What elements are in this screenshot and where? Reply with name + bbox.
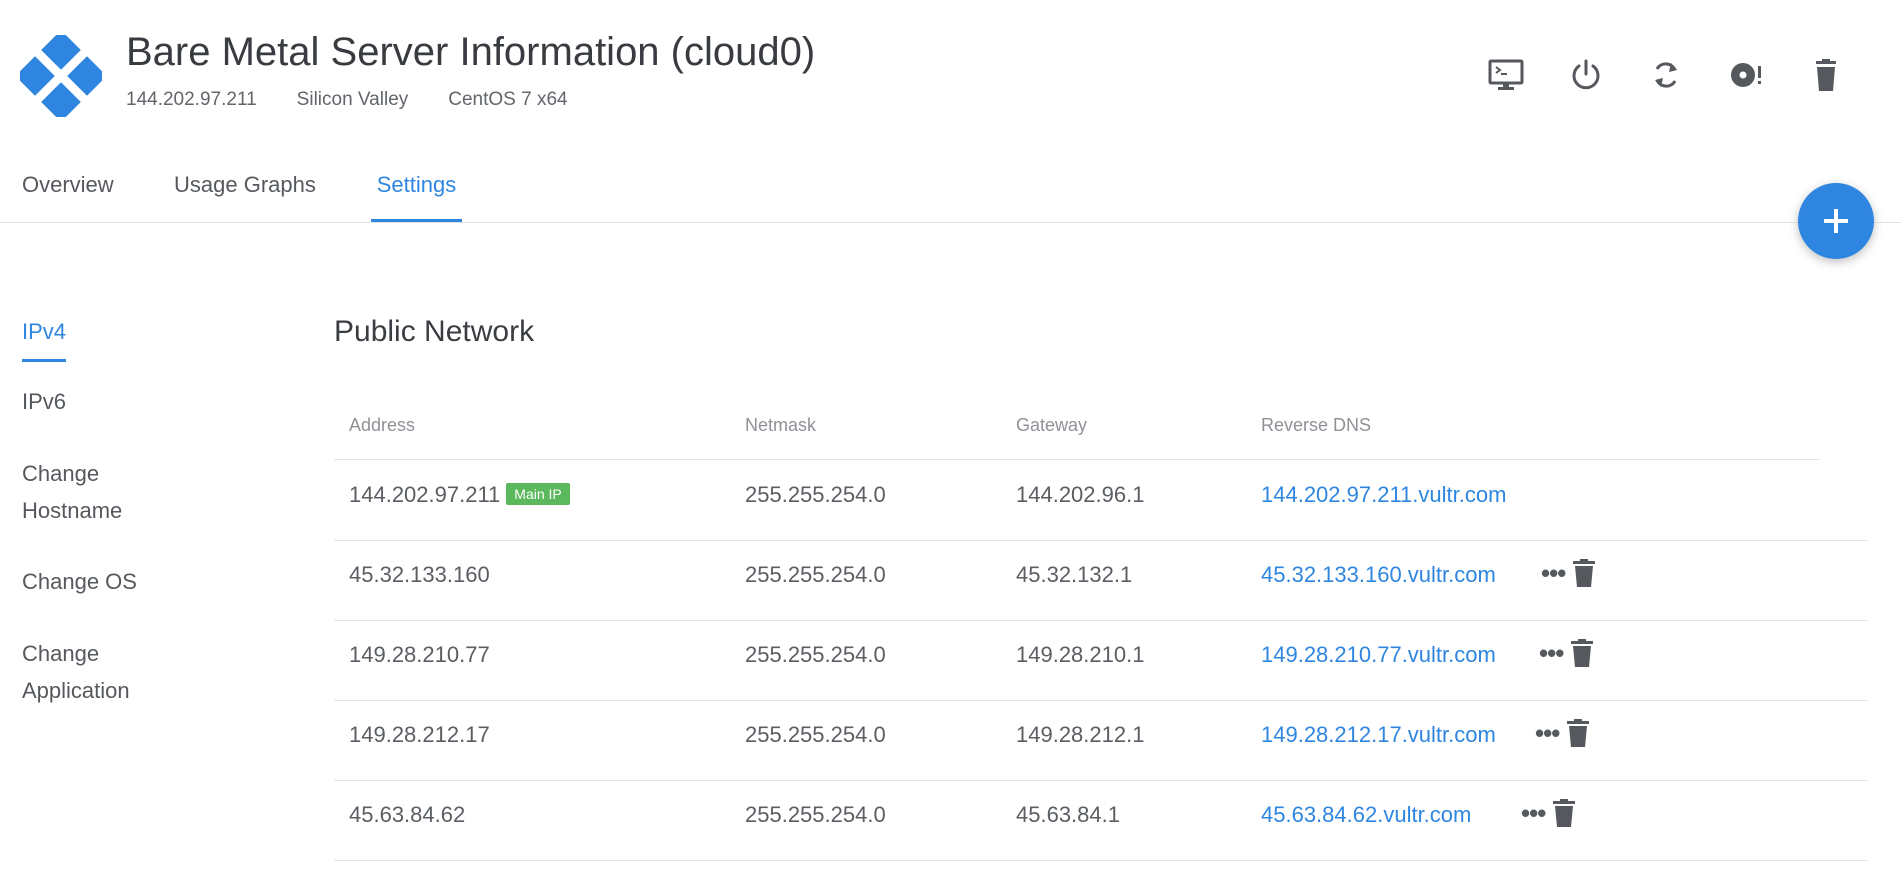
reverse-dns-link[interactable]: 45.63.84.62.vultr.com xyxy=(1261,802,1471,828)
section-title: Public Network xyxy=(334,315,535,348)
column-header-address: Address xyxy=(349,415,416,435)
reverse-dns-link[interactable]: 149.28.210.77.vultr.com xyxy=(1261,642,1496,668)
tab-usage-graphs[interactable]: Usage Graphs xyxy=(174,172,316,220)
gateway-cell: 144.202.96.1 xyxy=(1016,482,1145,507)
main-tabs: Overview Usage Graphs Settings xyxy=(0,160,1901,223)
row-actions: ••• xyxy=(1535,718,1591,748)
gateway-cell: 45.63.84.1 xyxy=(1016,802,1120,827)
column-header-reverse-dns: Reverse DNS xyxy=(1261,415,1372,435)
server-reinstall-button[interactable] xyxy=(1726,55,1766,95)
address-cell: 149.28.210.77 xyxy=(349,642,490,667)
sidebar-active-indicator xyxy=(22,359,66,362)
delete-ip-icon[interactable] xyxy=(1565,718,1591,748)
console-icon xyxy=(1488,59,1524,90)
vultr-logo-icon xyxy=(15,30,107,122)
add-button[interactable] xyxy=(1798,183,1874,259)
address-value: 144.202.97.211 xyxy=(349,482,501,507)
address-cell: 144.202.97.211 Main IP xyxy=(349,482,570,508)
delete-ip-icon[interactable] xyxy=(1551,798,1577,828)
gateway-cell: 45.32.132.1 xyxy=(1016,562,1133,587)
sidebar-item-ipv6[interactable]: IPv6 xyxy=(22,383,66,420)
table-row: 149.28.212.17 255.255.254.0 149.28.212.1… xyxy=(0,700,1901,780)
server-meta: 144.202.97.211 Silicon Valley CentOS 7 x… xyxy=(126,89,568,111)
more-options-icon[interactable]: ••• xyxy=(1541,560,1566,586)
address-cell: 45.32.133.160 xyxy=(349,562,490,587)
main-ip-badge: Main IP xyxy=(506,483,570,505)
server-os: CentOS 7 x64 xyxy=(448,89,568,110)
power-icon xyxy=(1572,59,1600,90)
row-actions: ••• xyxy=(1541,558,1597,588)
table-row: 149.28.210.77 255.255.254.0 149.28.210.1… xyxy=(0,620,1901,700)
server-restart-button[interactable] xyxy=(1646,55,1686,95)
page-title: Bare Metal Server Information (cloud0) xyxy=(126,30,816,74)
reinstall-icon xyxy=(1731,63,1761,87)
view-console-button[interactable] xyxy=(1486,55,1526,95)
tab-settings[interactable]: Settings xyxy=(371,172,462,222)
netmask-cell: 255.255.254.0 xyxy=(745,802,886,827)
table-divider xyxy=(334,860,1867,861)
table-row: 45.32.133.160 255.255.254.0 45.32.132.1 … xyxy=(0,540,1901,620)
server-location: Silicon Valley xyxy=(296,89,409,110)
plus-icon xyxy=(1824,209,1848,233)
table-row: 45.63.84.62 255.255.254.0 45.63.84.1 45.… xyxy=(0,780,1901,860)
more-options-icon[interactable]: ••• xyxy=(1539,640,1564,666)
table-row: 144.202.97.211 Main IP 255.255.254.0 144.… xyxy=(0,460,1901,540)
more-options-icon[interactable]: ••• xyxy=(1521,800,1546,826)
sidebar-item-ipv4[interactable]: IPv4 xyxy=(22,313,66,350)
delete-ip-icon[interactable] xyxy=(1571,558,1597,588)
column-header-netmask: Netmask xyxy=(745,415,817,435)
reverse-dns-link[interactable]: 144.202.97.211.vultr.com xyxy=(1261,482,1506,508)
netmask-cell: 255.255.254.0 xyxy=(745,642,886,667)
server-ip: 144.202.97.211 xyxy=(126,89,257,110)
row-actions: ••• xyxy=(1539,638,1595,668)
delete-ip-icon[interactable] xyxy=(1569,638,1595,668)
address-cell: 45.63.84.62 xyxy=(349,802,466,827)
netmask-cell: 255.255.254.0 xyxy=(745,482,886,507)
restart-icon xyxy=(1655,62,1677,88)
gateway-cell: 149.28.212.1 xyxy=(1016,722,1145,747)
column-header-gateway: Gateway xyxy=(1016,415,1088,435)
trash-icon xyxy=(1816,59,1836,91)
reverse-dns-link[interactable]: 149.28.212.17.vultr.com xyxy=(1261,722,1496,748)
address-cell: 149.28.212.17 xyxy=(349,722,490,747)
server-stop-button[interactable] xyxy=(1566,55,1606,95)
gateway-cell: 149.28.210.1 xyxy=(1016,642,1145,667)
reverse-dns-link[interactable]: 45.32.133.160.vultr.com xyxy=(1261,562,1496,588)
server-actions xyxy=(1486,55,1846,95)
more-options-icon[interactable]: ••• xyxy=(1535,720,1560,746)
tab-overview[interactable]: Overview xyxy=(22,172,114,220)
netmask-cell: 255.255.254.0 xyxy=(745,722,886,747)
netmask-cell: 255.255.254.0 xyxy=(745,562,886,587)
server-destroy-button[interactable] xyxy=(1806,55,1846,95)
row-actions: ••• xyxy=(1521,798,1577,828)
